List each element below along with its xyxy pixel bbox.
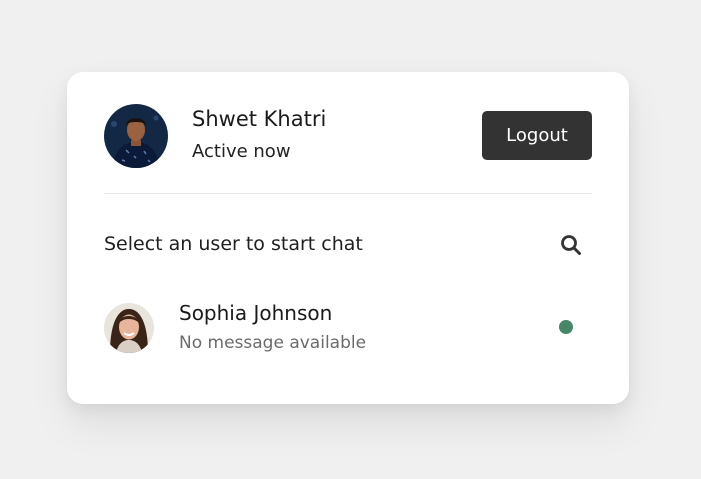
logout-button[interactable]: Logout xyxy=(482,111,592,160)
chat-users-card: Shwet Khatri Active now Logout Select an… xyxy=(67,72,629,404)
search-icon xyxy=(560,234,582,259)
header-divider xyxy=(104,193,592,194)
user-avatar xyxy=(104,303,154,353)
current-user-name: Shwet Khatri xyxy=(192,107,327,131)
online-status-dot xyxy=(559,320,573,334)
current-user-avatar xyxy=(104,104,168,168)
search-prompt: Select an user to start chat xyxy=(104,233,363,255)
search-button[interactable] xyxy=(550,226,592,266)
header: Shwet Khatri Active now Logout xyxy=(104,104,592,168)
user-list-item[interactable]: Sophia Johnson No message available xyxy=(104,301,592,357)
user-last-message: No message available xyxy=(179,333,367,353)
search-bar: Select an user to start chat xyxy=(104,226,592,266)
current-user-status: Active now xyxy=(192,141,291,162)
user-name: Sophia Johnson xyxy=(179,301,333,325)
